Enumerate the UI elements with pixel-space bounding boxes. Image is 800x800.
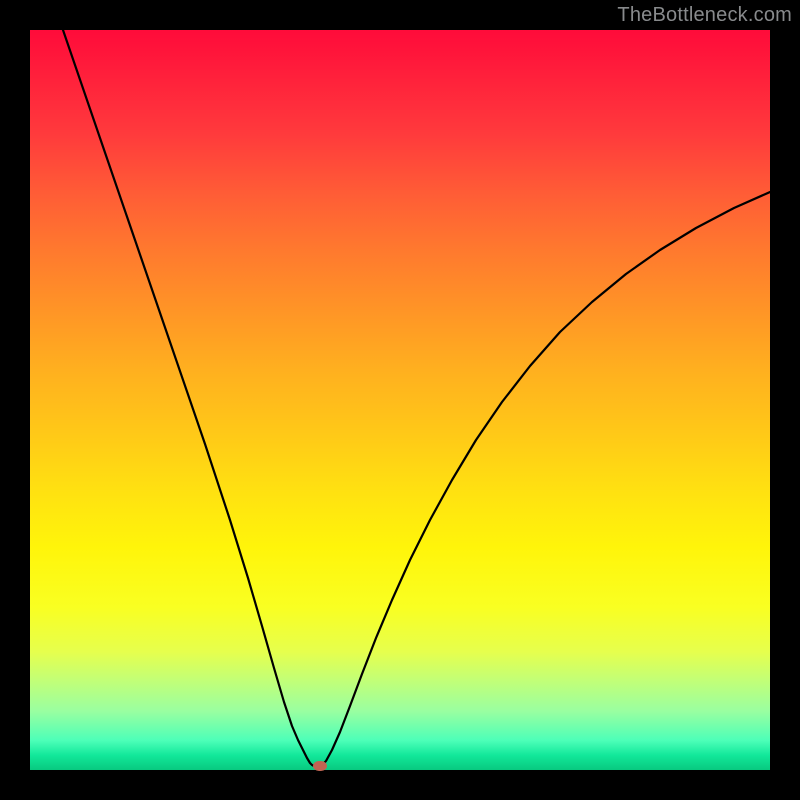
bottleneck-curve <box>30 30 770 770</box>
watermark-text: TheBottleneck.com <box>617 4 792 27</box>
chart-frame: TheBottleneck.com <box>0 0 800 800</box>
curve-path <box>63 30 770 766</box>
bottleneck-marker <box>313 761 327 771</box>
plot-area <box>30 30 770 770</box>
